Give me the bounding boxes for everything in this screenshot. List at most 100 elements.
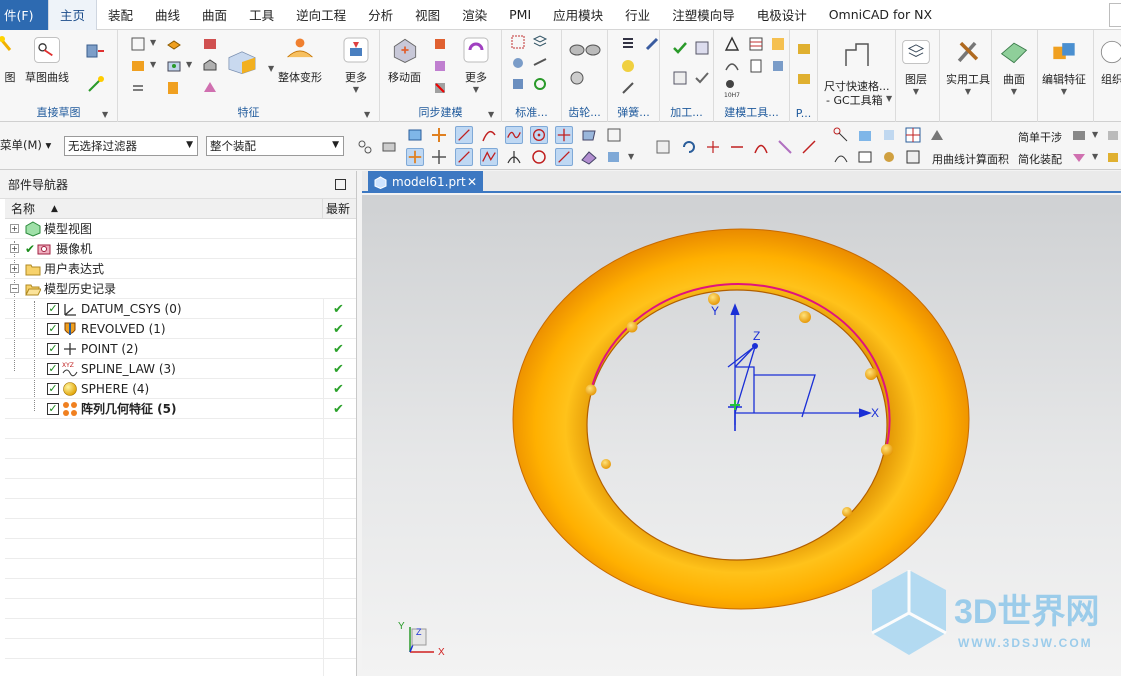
trim-icon[interactable] xyxy=(704,138,722,156)
torus-body[interactable] xyxy=(512,228,970,610)
snap-tangent-icon[interactable] xyxy=(505,148,523,166)
tab-industry[interactable]: 行业 xyxy=(614,0,661,30)
offset-curve-icon[interactable] xyxy=(776,138,794,156)
snap-line-icon[interactable] xyxy=(555,148,573,166)
extend-icon[interactable] xyxy=(728,138,746,156)
view-style-icon[interactable] xyxy=(1070,148,1088,166)
sphere[interactable] xyxy=(585,384,597,396)
measure-distance-icon[interactable] xyxy=(832,126,850,144)
snap-curve-icon[interactable] xyxy=(480,126,498,144)
curve-area-button[interactable]: 用曲线计算面积 xyxy=(932,151,1009,167)
visibility-checkbox[interactable]: ✓ xyxy=(47,322,59,335)
pen-icon[interactable] xyxy=(644,36,660,52)
history-row-point[interactable]: ✓ POINT (2) ✔ xyxy=(5,339,356,359)
tree-node-user-expressions[interactable]: + 用户表达式 xyxy=(5,259,356,279)
chevron-down-icon[interactable]: ▼ xyxy=(886,94,892,103)
visibility-checkbox[interactable]: ✓ xyxy=(47,342,59,355)
parts-icon[interactable] xyxy=(796,40,812,56)
tab-assembly[interactable]: 装配 xyxy=(97,0,144,30)
main-menu-button[interactable]: 菜单(M) ▾ xyxy=(0,137,51,153)
tree-node-model-views[interactable]: + 模型视图 xyxy=(5,219,356,239)
sphere[interactable] xyxy=(799,311,811,323)
standard-part-icon[interactable] xyxy=(510,34,526,50)
section-body-icon[interactable] xyxy=(856,148,874,166)
offset-region-icon[interactable] xyxy=(432,58,448,74)
snap-circle-icon[interactable] xyxy=(530,148,548,166)
color-icon[interactable] xyxy=(1106,148,1121,166)
expand-icon[interactable]: + xyxy=(10,244,19,253)
model-canvas[interactable]: X Y Z X Y Z 3D世界网 WWW.3DSJW.COM xyxy=(362,195,1121,676)
snap-quadrant-icon[interactable] xyxy=(406,148,424,166)
layer-button[interactable]: 图层 ▼ xyxy=(900,36,932,96)
hole-icon[interactable] xyxy=(166,36,182,52)
machining-feature-icon[interactable] xyxy=(672,70,688,86)
snap-center-icon[interactable] xyxy=(530,126,548,144)
pattern-feature-icon[interactable] xyxy=(130,58,146,74)
grid-table-icon[interactable] xyxy=(904,126,922,144)
simplify-assembly-button[interactable]: 简化装配 xyxy=(1018,151,1062,167)
latest-column-header[interactable]: 最新 xyxy=(323,199,353,218)
collapse-icon[interactable]: − xyxy=(10,284,19,293)
tab-view[interactable]: 视图 xyxy=(404,0,451,30)
utility-tools-button[interactable]: 实用工具 ▼ xyxy=(946,36,990,96)
select-features-icon[interactable] xyxy=(356,138,374,156)
chevron-down-icon[interactable]: ▼ xyxy=(186,60,192,69)
tab-reverse-engineering[interactable]: 逆向工程 xyxy=(285,0,357,30)
close-icon[interactable]: ✕ xyxy=(467,175,477,189)
extrude-icon[interactable] xyxy=(84,40,106,62)
name-column-header[interactable]: 名称 ▲ xyxy=(5,199,323,218)
spline-icon[interactable] xyxy=(724,58,740,74)
bolt-icon[interactable] xyxy=(510,76,526,92)
snap-point-on-face-icon[interactable] xyxy=(430,148,448,166)
modeling-tool-icon[interactable] xyxy=(770,36,786,52)
sphere[interactable] xyxy=(626,321,638,333)
project-curve-icon[interactable] xyxy=(800,138,818,156)
document-icon[interactable] xyxy=(748,58,764,74)
snap-midpoint-icon[interactable] xyxy=(455,148,473,166)
tab-omnicad[interactable]: OmniCAD for NX xyxy=(818,0,943,30)
section-curve-icon[interactable] xyxy=(832,148,850,166)
rotate-icon[interactable] xyxy=(680,138,698,156)
expand-icon[interactable]: + xyxy=(10,264,19,273)
sphere[interactable] xyxy=(865,368,877,380)
gear-modeling-icon[interactable] xyxy=(568,42,602,58)
sketch-point-icon[interactable] xyxy=(86,74,106,94)
tab-applications[interactable]: 应用模块 xyxy=(542,0,614,30)
document-tab[interactable]: model61.prt ✕ xyxy=(368,171,483,193)
chevron-down-icon[interactable]: ▼ xyxy=(268,64,274,73)
draft-icon[interactable] xyxy=(202,80,218,96)
chevron-down-icon[interactable]: ▼ xyxy=(628,152,634,161)
history-row-sphere[interactable]: ✓ SPHERE (4) ✔ xyxy=(5,379,356,399)
file-menu[interactable]: 件(F) xyxy=(0,0,48,30)
snap-control-point-icon[interactable] xyxy=(480,148,498,166)
dimension-format-icon[interactable] xyxy=(840,40,874,68)
snap-spline-icon[interactable] xyxy=(505,126,523,144)
visibility-checkbox[interactable]: ✓ xyxy=(47,402,59,415)
tolerance-icon[interactable]: 10H7 xyxy=(724,78,742,98)
feature-more-button[interactable]: 更多 ▼ xyxy=(340,34,372,94)
spring-icon[interactable] xyxy=(620,36,636,52)
bridge-curve-icon[interactable] xyxy=(752,138,770,156)
tab-render[interactable]: 渲染 xyxy=(451,0,498,30)
pull-face-icon[interactable] xyxy=(432,36,448,52)
weight-icon[interactable] xyxy=(928,126,946,144)
extension-spring-icon[interactable] xyxy=(620,80,636,96)
assembly-icon[interactable] xyxy=(880,148,898,166)
sphere[interactable] xyxy=(881,444,893,456)
sync-more-button[interactable]: 更多 ▼ xyxy=(460,34,492,94)
move-face-button[interactable]: 移动面 xyxy=(388,34,421,85)
view-orient-icon[interactable] xyxy=(654,138,672,156)
snap-grid-icon[interactable] xyxy=(605,126,623,144)
spur-gear-icon[interactable] xyxy=(568,70,586,86)
global-deform-button[interactable]: 整体变形 xyxy=(278,34,322,85)
organize-button[interactable]: 组织 xyxy=(1096,36,1121,87)
visibility-checkbox[interactable]: ✓ xyxy=(47,302,59,315)
snap-intersection-icon[interactable] xyxy=(555,126,573,144)
history-row-revolved[interactable]: ✓ REVOLVED (1) ✔ xyxy=(5,319,356,339)
sphere[interactable] xyxy=(842,507,852,517)
list-icon[interactable] xyxy=(904,148,922,166)
snap-endpoint-icon[interactable] xyxy=(455,126,473,144)
tab-tools[interactable]: 工具 xyxy=(238,0,285,30)
command-search-input[interactable] xyxy=(1109,3,1121,27)
check-mark-icon[interactable] xyxy=(672,40,688,56)
